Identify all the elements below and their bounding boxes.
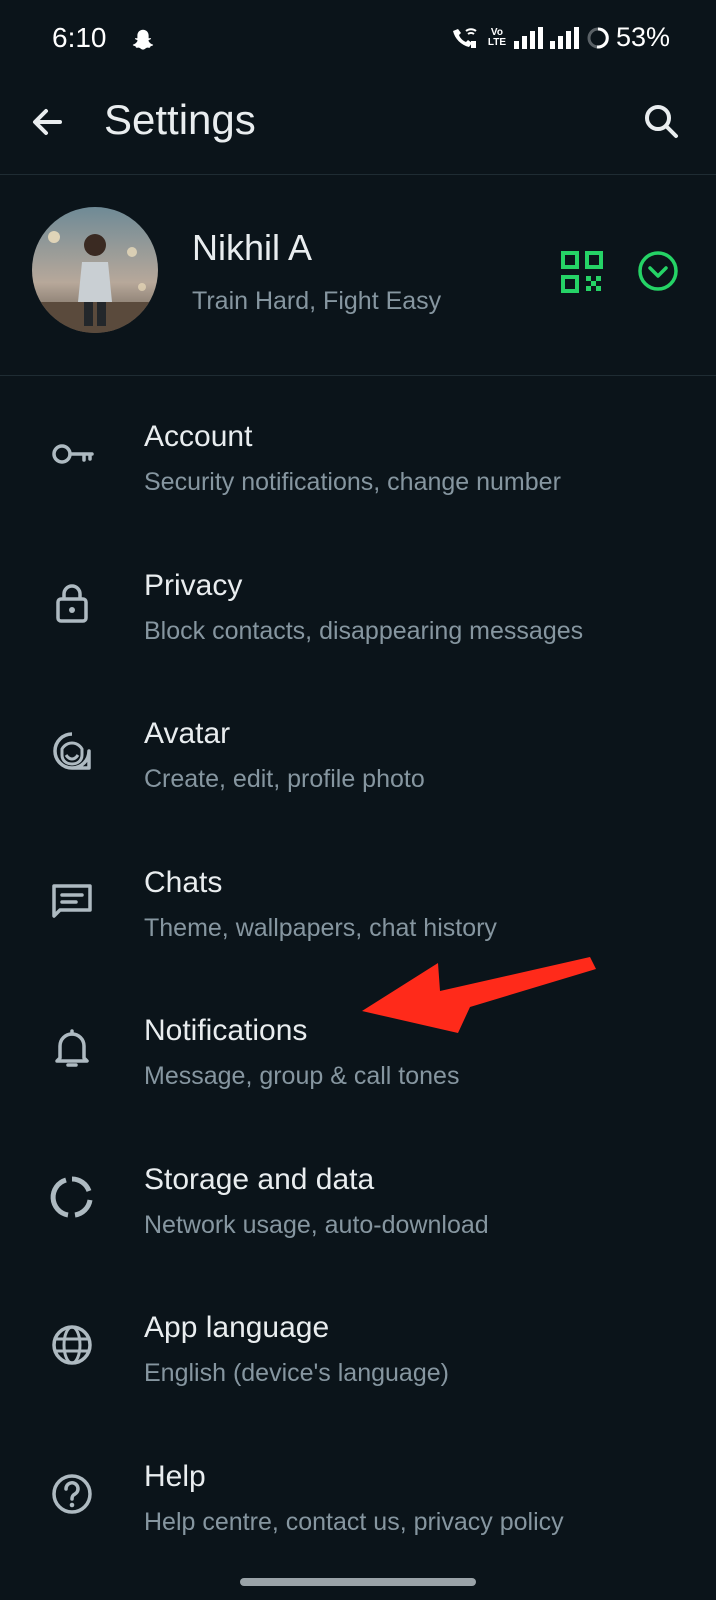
avatar-face-icon (53, 732, 91, 770)
snapchat-icon (132, 29, 154, 50)
app-bar: Settings (0, 84, 716, 175)
bell-icon (55, 1029, 89, 1067)
qr-code-icon[interactable] (560, 250, 604, 294)
volte-indicator: Vo LTE (486, 26, 508, 48)
lock-icon (56, 583, 88, 623)
settings-item-title: Storage and data (144, 1162, 375, 1196)
settings-item-title: Avatar (144, 717, 231, 750)
settings-item-storage[interactable]: Storage and data Network usage, auto-dow… (0, 1131, 716, 1280)
avatar[interactable] (32, 207, 158, 333)
profile-section[interactable]: Nikhil A Train Hard, Fight Easy (0, 175, 716, 376)
battery-percentage: 53% (615, 22, 670, 52)
arrow-left-icon[interactable] (24, 98, 72, 146)
settings-item-privacy[interactable]: Privacy Block contacts, disappearing mes… (0, 537, 716, 686)
chat-icon (52, 883, 92, 918)
settings-item-title: Notifications (144, 1014, 308, 1047)
settings-item-title: Privacy (144, 568, 243, 602)
status-bar: 6:10 Vo LTE 53% (0, 0, 716, 84)
settings-item-account[interactable]: Account Security notifications, change n… (0, 388, 716, 537)
settings-item-subtitle: Create, edit, profile photo (144, 765, 425, 793)
settings-item-help[interactable]: Help Help centre, contact us, privacy po… (0, 1428, 716, 1577)
profile-photo (32, 207, 158, 333)
storage-circle-icon (50, 1175, 93, 1217)
settings-item-subtitle: Security notifications, change number (144, 468, 561, 496)
volte-bottom-label: LTE (487, 36, 507, 48)
settings-item-title: Account (144, 420, 253, 453)
globe-icon (52, 1325, 92, 1365)
page-title: Settings (104, 96, 256, 143)
settings-item-app-language[interactable]: App language English (device's language) (0, 1279, 716, 1428)
chevron-down-circle-icon[interactable] (634, 247, 682, 295)
search-icon[interactable] (638, 98, 686, 146)
status-icons: Vo LTE 53% (450, 22, 670, 53)
settings-item-notifications[interactable]: Notifications Message, group & call tone… (0, 982, 716, 1131)
settings-item-title: Help (144, 1459, 206, 1493)
help-circle-icon (52, 1473, 92, 1514)
home-indicator[interactable] (240, 1578, 476, 1586)
settings-item-subtitle: Block contacts, disappearing messages (144, 616, 584, 645)
settings-list: Account Security notifications, change n… (0, 388, 716, 1576)
status-time: 6:10 (52, 22, 107, 53)
settings-item-subtitle: Theme, wallpapers, chat history (144, 913, 497, 942)
settings-item-title: Chats (144, 865, 223, 899)
settings-item-title: App language (144, 1311, 330, 1344)
volte-top-label: Vo (490, 26, 503, 38)
settings-item-subtitle: Message, group & call tones (144, 1062, 460, 1090)
battery-ring-icon (587, 26, 609, 48)
profile-name: Nikhil A (192, 227, 313, 268)
settings-item-avatar[interactable]: Avatar Create, edit, profile photo (0, 685, 716, 834)
key-icon (52, 444, 94, 464)
settings-item-subtitle: English (device's language) (144, 1359, 449, 1387)
settings-item-chats[interactable]: Chats Theme, wallpapers, chat history (0, 834, 716, 983)
profile-about: Train Hard, Fight Easy (192, 287, 442, 315)
settings-item-subtitle: Network usage, auto-download (144, 1210, 489, 1239)
signal-icon-2 (549, 26, 579, 49)
wifi-calling-icon (452, 27, 477, 48)
signal-icon-1 (513, 26, 543, 49)
settings-item-subtitle: Help centre, contact us, privacy policy (144, 1507, 564, 1536)
